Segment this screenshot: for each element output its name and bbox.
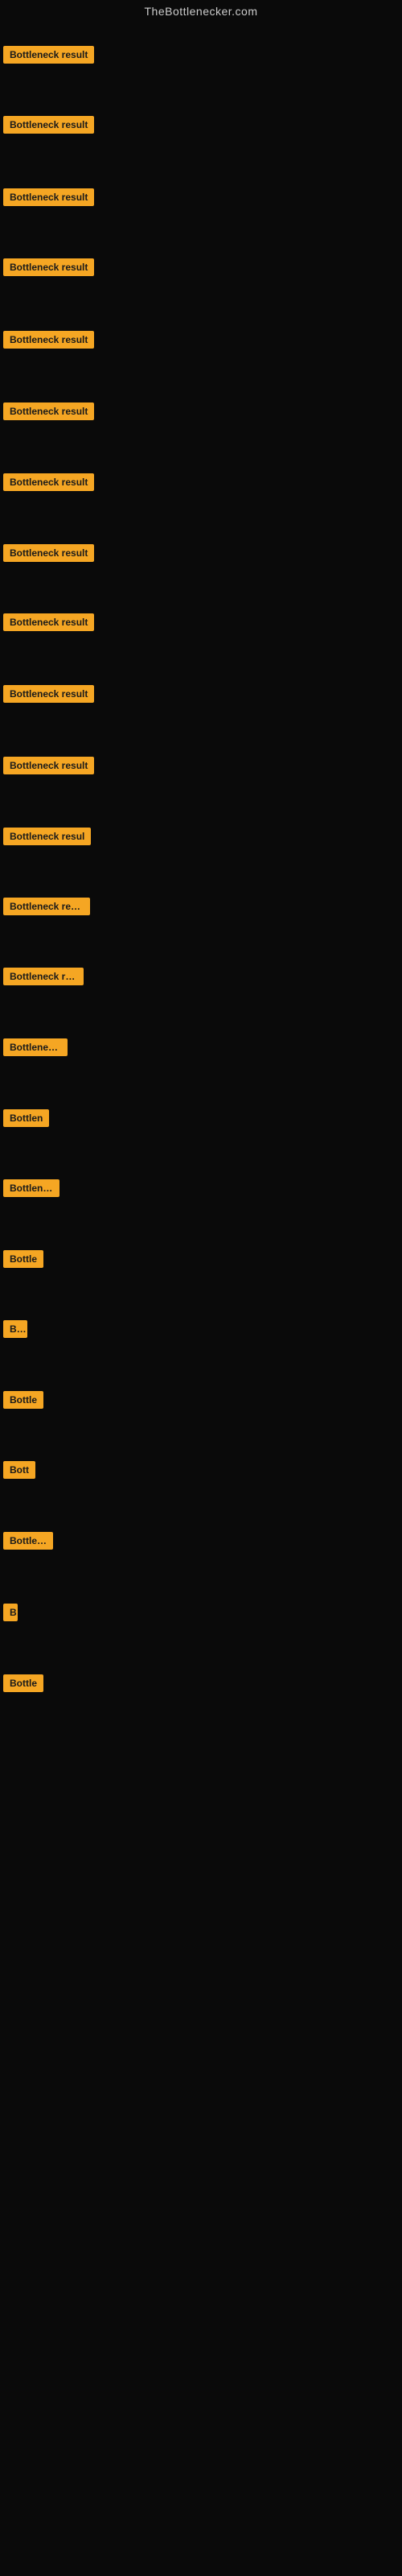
badge-row-8: Bottleneck result (0, 544, 94, 566)
bottleneck-badge-13[interactable]: Bottleneck result (3, 898, 90, 915)
bottleneck-badge-2[interactable]: Bottleneck result (3, 116, 94, 134)
badge-row-11: Bottleneck result (0, 757, 94, 778)
bottleneck-badge-17[interactable]: Bottleneck (3, 1179, 59, 1197)
bottleneck-badge-24[interactable]: Bottle (3, 1674, 43, 1692)
bottleneck-badge-19[interactable]: Bo (3, 1320, 27, 1338)
bottleneck-badge-3[interactable]: Bottleneck result (3, 188, 94, 206)
bottleneck-badge-21[interactable]: Bott (3, 1461, 35, 1479)
badge-row-1: Bottleneck result (0, 46, 94, 68)
bottleneck-badge-15[interactable]: Bottleneck r (3, 1038, 68, 1056)
badge-row-22: Bottlene (0, 1532, 53, 1554)
badge-row-20: Bottle (0, 1391, 43, 1413)
badge-row-10: Bottleneck result (0, 685, 94, 707)
badge-row-21: Bott (0, 1461, 35, 1483)
badge-row-16: Bottlen (0, 1109, 49, 1131)
badge-row-6: Bottleneck result (0, 402, 94, 424)
bottleneck-badge-22[interactable]: Bottlene (3, 1532, 53, 1550)
bottleneck-badge-18[interactable]: Bottle (3, 1250, 43, 1268)
bottleneck-badge-1[interactable]: Bottleneck result (3, 46, 94, 64)
bottleneck-badge-9[interactable]: Bottleneck result (3, 613, 94, 631)
badge-row-18: Bottle (0, 1250, 43, 1272)
bottleneck-badge-8[interactable]: Bottleneck result (3, 544, 94, 562)
badge-row-2: Bottleneck result (0, 116, 94, 138)
bottleneck-badge-6[interactable]: Bottleneck result (3, 402, 94, 420)
badge-row-9: Bottleneck result (0, 613, 94, 635)
badge-row-13: Bottleneck result (0, 898, 90, 919)
badge-row-19: Bo (0, 1320, 27, 1342)
bottleneck-badge-14[interactable]: Bottleneck result (3, 968, 84, 985)
badge-row-3: Bottleneck result (0, 188, 94, 210)
badge-row-15: Bottleneck r (0, 1038, 68, 1060)
bottleneck-badge-20[interactable]: Bottle (3, 1391, 43, 1409)
badge-row-12: Bottleneck resul (0, 828, 91, 849)
badge-row-7: Bottleneck result (0, 473, 94, 495)
badge-row-4: Bottleneck result (0, 258, 94, 280)
badge-row-24: Bottle (0, 1674, 43, 1696)
badge-row-14: Bottleneck result (0, 968, 84, 989)
badge-row-17: Bottleneck (0, 1179, 59, 1201)
badge-row-23: B (0, 1604, 18, 1625)
bottleneck-badge-10[interactable]: Bottleneck result (3, 685, 94, 703)
bottleneck-badge-23[interactable]: B (3, 1604, 18, 1621)
bottleneck-badge-7[interactable]: Bottleneck result (3, 473, 94, 491)
bottleneck-badge-5[interactable]: Bottleneck result (3, 331, 94, 349)
bottleneck-badge-12[interactable]: Bottleneck resul (3, 828, 91, 845)
bottleneck-badge-11[interactable]: Bottleneck result (3, 757, 94, 774)
badge-row-5: Bottleneck result (0, 331, 94, 353)
bottleneck-badge-4[interactable]: Bottleneck result (3, 258, 94, 276)
bottleneck-badge-16[interactable]: Bottlen (3, 1109, 49, 1127)
site-title: TheBottlenecker.com (0, 0, 402, 23)
